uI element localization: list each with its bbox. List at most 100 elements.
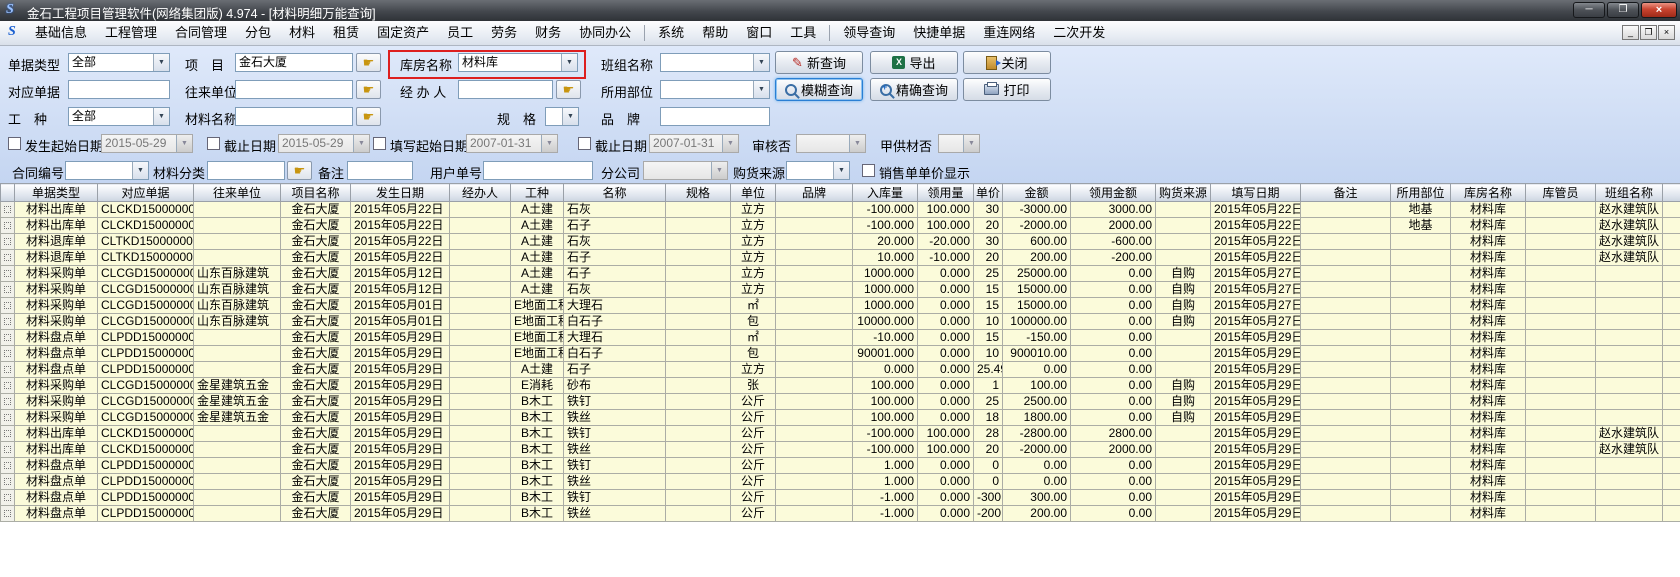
grid-cell[interactable]: CLCGD150000004 (98, 266, 194, 282)
grid-cell[interactable]: 公斤 (731, 458, 776, 474)
grid-cell[interactable] (1391, 234, 1451, 250)
grid-cell[interactable]: 0.00 (1003, 362, 1071, 378)
fill-end-checkbox[interactable] (578, 137, 591, 150)
grid-cell[interactable]: 材料库 (1451, 362, 1526, 378)
grid-cell[interactable]: CLPDD150000001 (98, 330, 194, 346)
grid-cell[interactable]: CLCKD150000002 (98, 442, 194, 458)
grid-cell[interactable]: 石灰 (564, 282, 666, 298)
grid-cell[interactable] (194, 362, 281, 378)
grid-cell[interactable] (776, 218, 853, 234)
fuzzy-query-button[interactable]: 模糊查询 (775, 78, 863, 101)
mdi-restore-button[interactable]: ❐ (1640, 25, 1657, 40)
grid-cell[interactable] (1663, 378, 1680, 394)
grid-cell[interactable]: CLTKD150000001 (98, 250, 194, 266)
grid-cell[interactable] (666, 442, 731, 458)
grid-cell[interactable] (1526, 474, 1596, 490)
grid-cell[interactable]: 材料盘点单 (15, 346, 98, 362)
grid-cell[interactable]: -200.00 (1071, 250, 1156, 266)
grid-cell[interactable]: 金石大厦 (281, 426, 351, 442)
grid-cell[interactable] (194, 506, 281, 522)
row-selector[interactable] (1, 458, 15, 474)
grid-cell[interactable]: 公斤 (731, 506, 776, 522)
grid-cell[interactable]: 材料库 (1451, 458, 1526, 474)
grid-header-购货来源[interactable]: 购货来源 (1156, 184, 1211, 202)
grid-cell[interactable] (776, 314, 853, 330)
grid-cell[interactable] (776, 506, 853, 522)
grid-cell[interactable]: A土建 (511, 250, 564, 266)
row-selector[interactable] (1, 362, 15, 378)
grid-cell[interactable]: 石子 (564, 362, 666, 378)
grid-cell[interactable] (666, 298, 731, 314)
grid-cell[interactable]: 山东百脉建筑 (194, 298, 281, 314)
grid-cell[interactable] (450, 314, 511, 330)
grid-cell[interactable]: 100.000 (918, 426, 974, 442)
occur-start-date[interactable]: 2015-05-29▼ (101, 134, 193, 153)
grid-cell[interactable] (776, 266, 853, 282)
grid-cell[interactable]: 材料采购单 (15, 266, 98, 282)
grid-cell[interactable]: CLPDD150000002 (98, 474, 194, 490)
grid-cell[interactable] (1301, 266, 1391, 282)
grid-cell[interactable] (1391, 346, 1451, 362)
grid-cell[interactable]: 10000.000 (853, 314, 918, 330)
grid-cell[interactable] (776, 474, 853, 490)
grid-cell[interactable] (1391, 506, 1451, 522)
grid-header-入库量[interactable]: 入库量 (853, 184, 918, 202)
grid-cell[interactable] (666, 234, 731, 250)
grid-cell[interactable] (1596, 298, 1663, 314)
grid-cell[interactable] (1156, 474, 1211, 490)
grid-cell[interactable] (1391, 474, 1451, 490)
grid-cell[interactable]: 材料退库单 (15, 250, 98, 266)
grid-cell[interactable]: 100.00 (1003, 378, 1071, 394)
grid-cell[interactable]: -100.000 (853, 426, 918, 442)
grid-cell[interactable]: 赵水建筑队 (1596, 426, 1663, 442)
grid-cell[interactable]: 2015年05月29日 (1211, 506, 1301, 522)
grid-cell[interactable]: 0.00 (1071, 378, 1156, 394)
grid-cell[interactable] (1596, 490, 1663, 506)
grid-cell[interactable]: 2015年05月01日 (351, 298, 450, 314)
grid-cell[interactable] (1596, 346, 1663, 362)
grid-header-填写日期[interactable]: 填写日期 (1211, 184, 1301, 202)
chevron-down-icon[interactable]: ▼ (833, 162, 849, 179)
grid-cell[interactable] (450, 426, 511, 442)
grid-cell[interactable]: 2015年05月29日 (351, 490, 450, 506)
grid-cell[interactable] (1663, 474, 1680, 490)
grid-cell[interactable]: 山东百脉建筑 (194, 266, 281, 282)
grid-cell[interactable]: E地面工程 (511, 330, 564, 346)
grid-cell[interactable]: 2015年05月22日 (1211, 218, 1301, 234)
grid-cell[interactable]: B木工 (511, 394, 564, 410)
grid-cell[interactable]: 0.000 (853, 362, 918, 378)
grid-cell[interactable]: CLPDD150000003 (98, 506, 194, 522)
grid-cell[interactable] (666, 282, 731, 298)
grid-cell[interactable] (666, 330, 731, 346)
grid-cell[interactable] (1596, 330, 1663, 346)
row-selector[interactable] (1, 330, 15, 346)
warehouse-select[interactable]: 材料库▼ (458, 53, 578, 72)
grid-cell[interactable] (1156, 346, 1211, 362)
grid-cell[interactable]: 20 (974, 250, 1003, 266)
grid-cell[interactable]: 立方 (731, 218, 776, 234)
grid-cell[interactable]: 100.000 (918, 202, 974, 218)
grid-cell[interactable] (450, 474, 511, 490)
grid-cell[interactable]: 2015年05月29日 (351, 378, 450, 394)
user-bill-input[interactable] (483, 161, 593, 180)
grid-cell[interactable] (776, 394, 853, 410)
grid-cell[interactable] (666, 314, 731, 330)
grid-cell[interactable]: 自购 (1156, 314, 1211, 330)
row-selector[interactable] (1, 378, 15, 394)
grid-cell[interactable] (1596, 266, 1663, 282)
grid-cell[interactable]: 金石大厦 (281, 394, 351, 410)
grid-cell[interactable] (666, 458, 731, 474)
grid-cell[interactable]: -600.00 (1071, 234, 1156, 250)
grid-header-名称[interactable]: 名称 (564, 184, 666, 202)
menu-item-基础信息[interactable]: 基础信息 (26, 21, 96, 45)
grid-cell[interactable] (194, 346, 281, 362)
grid-cell[interactable]: 2800.00 (1071, 426, 1156, 442)
grid-header-经办人[interactable]: 经办人 (450, 184, 511, 202)
menu-item-员工[interactable]: 员工 (438, 21, 482, 45)
grid-cell[interactable]: 0.00 (1071, 410, 1156, 426)
grid-cell[interactable] (1301, 442, 1391, 458)
grid-cell[interactable]: 90001.000 (853, 346, 918, 362)
grid-cell[interactable] (450, 442, 511, 458)
grid-cell[interactable] (1526, 362, 1596, 378)
minimize-button[interactable]: ─ (1573, 2, 1605, 18)
